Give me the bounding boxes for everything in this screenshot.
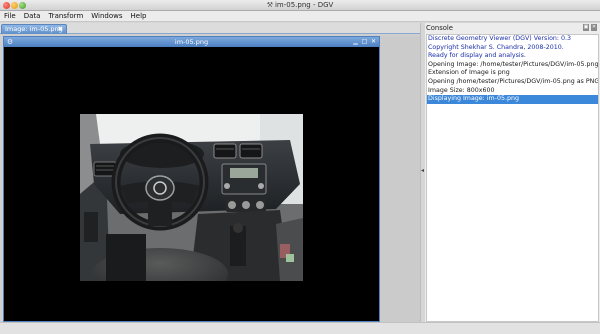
log-line[interactable]: Discrete Geometry Viewer (DGV) Version: … [427, 35, 598, 44]
console-panel: Console ▣ ✕ Discrete Geometry Viewer (DG… [425, 23, 600, 322]
console-header: Console ▣ ✕ [425, 23, 600, 33]
menu-help[interactable]: Help [127, 11, 151, 21]
console-close-icon[interactable]: ✕ [591, 24, 597, 31]
wrench-icon: ⚒ [266, 1, 273, 9]
console-float-icon[interactable]: ▣ [583, 24, 589, 31]
menu-bar: File Data Transform Windows Help [0, 11, 600, 22]
console-log[interactable]: Discrete Geometry Viewer (DGV) Version: … [426, 34, 599, 322]
menu-windows[interactable]: Windows [87, 11, 126, 21]
image-desktop: ⚙ im-05.png ▁ □ ✕ [0, 34, 420, 322]
image-window: ⚙ im-05.png ▁ □ ✕ [3, 36, 380, 322]
close-icon[interactable]: ✕ [370, 38, 377, 45]
status-bar [0, 322, 600, 334]
log-line[interactable]: Extension of Image is png [427, 69, 598, 78]
log-line-selected[interactable]: Displaying Image: im-05.png [427, 95, 598, 104]
log-line[interactable]: Image Size: 800x600 [427, 87, 598, 96]
image-window-titlebar[interactable]: ⚙ im-05.png ▁ □ ✕ [4, 37, 379, 47]
window-title-wrap: ⚒ im-05.png - DGV [0, 1, 600, 9]
log-line[interactable]: Copyright Shekhar S. Chandra, 2008-2010. [427, 44, 598, 53]
image-window-icon: ⚙ [6, 38, 14, 46]
log-line[interactable]: Opening Image: /home/tester/Pictures/DGV… [427, 61, 598, 70]
workspace-empty-area [380, 36, 420, 322]
menu-file[interactable]: File [0, 11, 20, 21]
menu-transform[interactable]: Transform [44, 11, 87, 21]
minimize-icon[interactable]: ▁ [352, 38, 359, 45]
car-interior-image [80, 114, 303, 281]
log-line[interactable]: Opening /home/tester/Pictures/DGV/im-05.… [427, 78, 598, 87]
maximize-icon[interactable]: □ [361, 38, 368, 45]
window-titlebar: ⚒ im-05.png - DGV [0, 0, 600, 11]
image-window-controls: ▁ □ ✕ [352, 38, 377, 45]
tab-image[interactable]: Image: im-05.png ✖ [1, 24, 67, 34]
image-window-title: im-05.png [174, 38, 209, 46]
window-title: im-05.png - DGV [274, 1, 334, 9]
tab-close-icon[interactable]: ✖ [58, 25, 63, 34]
console-title: Console [426, 24, 453, 32]
document-tab-strip: Image: im-05.png ✖ [0, 23, 420, 34]
menu-data[interactable]: Data [20, 11, 45, 21]
workspace-pane: Image: im-05.png ✖ ⚙ im-05.png ▁ □ ✕ [0, 23, 420, 322]
console-controls: ▣ ✕ [583, 24, 597, 31]
image-canvas[interactable] [4, 47, 379, 321]
log-line[interactable]: Ready for display and analysis. [427, 52, 598, 61]
tab-image-label: Image: im-05.png [5, 25, 63, 33]
